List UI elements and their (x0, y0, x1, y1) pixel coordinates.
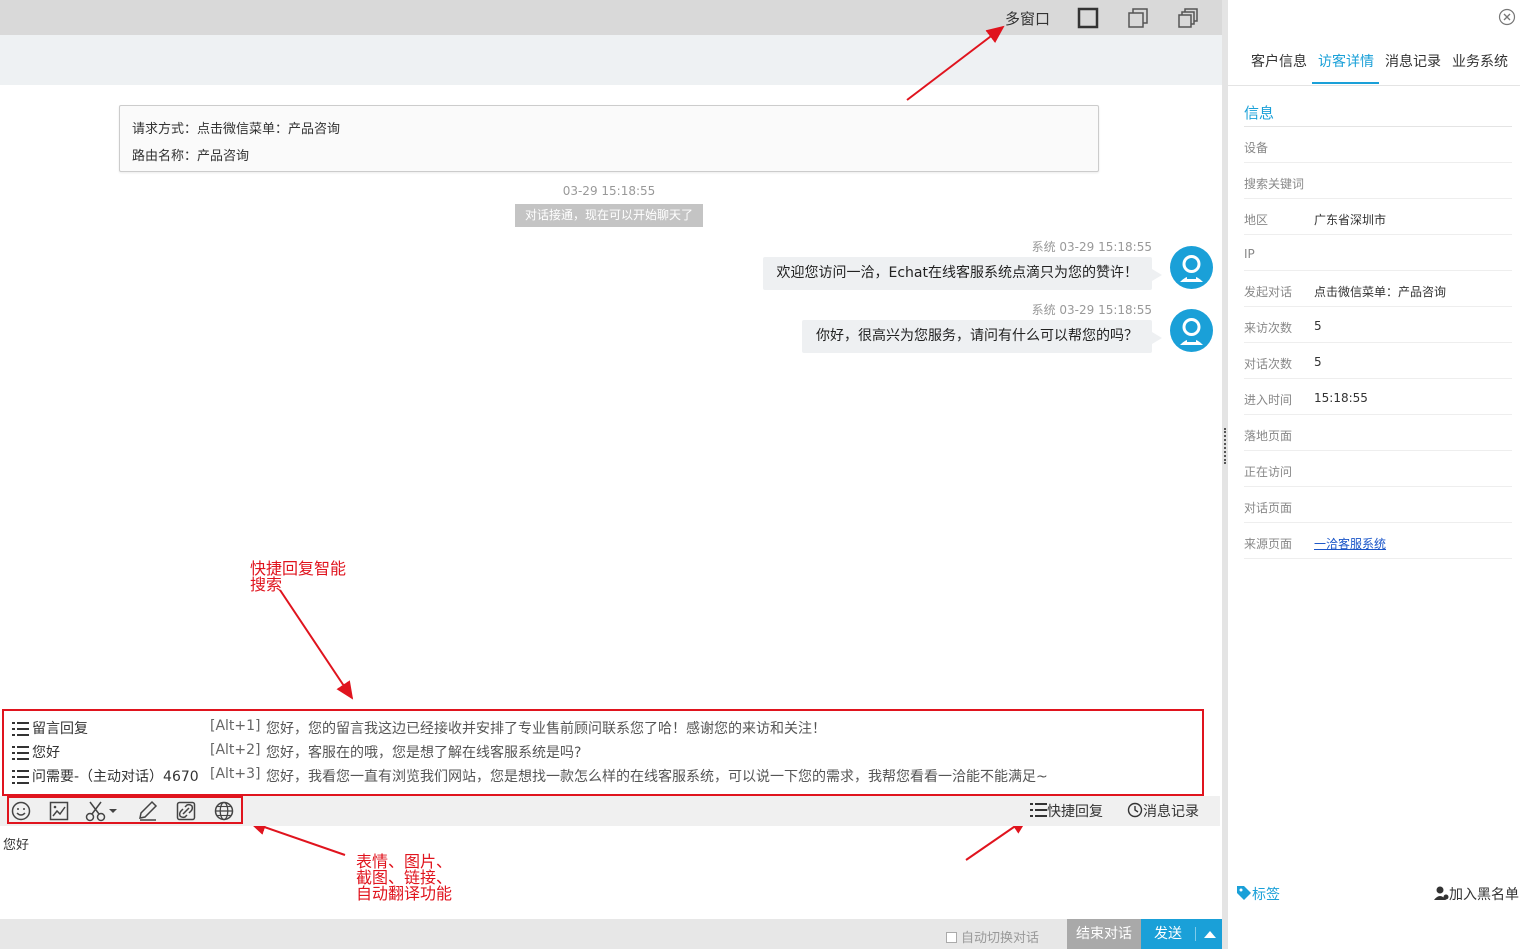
quick-reply-item[interactable]: 问需要-（主动对话）4670 [Alt+3] 您好，我看您一直有浏览我们网站，您… (12, 766, 1192, 788)
tab-message-history[interactable]: 消息记录 (1385, 51, 1441, 71)
source-page-link[interactable]: 一洽客服系统 (1314, 535, 1386, 552)
quick-reply-list: 留言回复 [Alt+1] 您好，您的留言我这边已经接收并安排了专业售前顾问联系您… (2, 709, 1204, 796)
globe-icon[interactable] (213, 800, 235, 822)
message-history-button-label: 消息记录 (1143, 804, 1199, 820)
link-icon[interactable] (175, 800, 197, 822)
info-label: 来源页面 (1244, 537, 1293, 551)
tab-customer-info[interactable]: 客户信息 (1251, 51, 1307, 71)
annotation-quick-reply: 搜索 (250, 575, 283, 594)
end-conversation-button[interactable]: 结束对话 (1067, 919, 1141, 949)
auto-switch-checkbox[interactable]: 自动切换对话 (946, 927, 1039, 946)
info-label: 搜索关键词 (1244, 177, 1305, 191)
info-section-title: 信息 (1244, 104, 1275, 122)
tags-button[interactable]: 标签 (1236, 884, 1280, 904)
info-value: 5 (1314, 355, 1322, 369)
list-icon (1030, 803, 1047, 817)
image-icon[interactable] (48, 800, 70, 822)
edit-icon[interactable] (137, 800, 159, 822)
auto-switch-label: 自动切换对话 (961, 931, 1040, 946)
add-blacklist-label: 加入黑名单 (1449, 887, 1519, 903)
right-panel: 客户信息 访客详情 消息记录 业务系统 信息 设备 搜索关键词 地区 广东省深圳市… (1228, 0, 1520, 949)
close-icon[interactable] (1498, 8, 1516, 26)
annotation-toolbar: 自动翻译功能 (356, 884, 453, 903)
quick-reply-text: 您好，我看您一直有浏览我们网站，您是想找一款怎么样的在线客服系统，可以说一下您的… (266, 769, 1048, 785)
message-input[interactable]: 您好 (3, 834, 29, 853)
info-label: 对话次数 (1244, 357, 1293, 371)
quick-reply-shortcut: [Alt+1] (210, 718, 261, 734)
quick-reply-name: 问需要-（主动对话）4670 (32, 769, 199, 785)
quick-reply-text: 您好，客服在的哦，您是想了解在线客服系统是吗? (266, 745, 582, 761)
toolbar-highlight (7, 796, 243, 824)
checkbox-box[interactable] (946, 932, 957, 943)
emoji-icon[interactable] (10, 800, 32, 822)
info-label: 进入时间 (1244, 393, 1293, 407)
send-button[interactable]: 发送 (1141, 919, 1222, 949)
info-label: IP (1244, 247, 1255, 261)
info-row-device: 设备 (1244, 127, 1512, 163)
scissors-icon[interactable] (85, 800, 119, 822)
tag-icon (1237, 886, 1251, 900)
tags-label: 标签 (1252, 887, 1280, 903)
list-icon (12, 722, 29, 736)
tab-visitor-details[interactable]: 访客详情 (1318, 51, 1374, 71)
info-row-conversations: 对话次数 5 (1244, 343, 1512, 379)
info-row-landing-page: 落地页面 (1244, 415, 1512, 451)
info-label: 正在访问 (1244, 465, 1293, 479)
info-value: 5 (1314, 319, 1322, 333)
info-row-visits: 来访次数 5 (1244, 307, 1512, 343)
info-row-chat-page: 对话页面 (1244, 487, 1512, 523)
quick-reply-button-label: 快捷回复 (1047, 804, 1103, 820)
info-label: 对话页面 (1244, 501, 1293, 515)
info-value: 广东省深圳市 (1314, 213, 1387, 227)
quick-reply-shortcut: [Alt+3] (210, 766, 261, 782)
info-label: 来访次数 (1244, 321, 1293, 335)
send-button-label: 发送 (1154, 926, 1182, 942)
quick-reply-name: 您好 (32, 745, 60, 761)
send-options-icon[interactable] (1204, 931, 1216, 938)
tab-divider (1228, 85, 1520, 86)
quick-reply-text: 您好，您的留言我这边已经接收并安排了专业售前顾问联系您了哈！感谢您的来访和关注！ (266, 721, 826, 737)
quick-reply-button[interactable]: 快捷回复 (1030, 801, 1103, 821)
info-row-region: 地区 广东省深圳市 (1244, 199, 1512, 235)
info-row-initiated: 发起对话 点击微信菜单：产品咨询 (1244, 271, 1512, 307)
info-row-visiting: 正在访问 (1244, 451, 1512, 487)
quick-reply-item[interactable]: 您好 [Alt+2] 您好，客服在的哦，您是想了解在线客服系统是吗? (12, 742, 1192, 764)
clock-icon (1127, 802, 1143, 818)
info-label: 发起对话 (1244, 285, 1293, 299)
active-tab-indicator (1312, 82, 1379, 84)
info-label: 设备 (1244, 141, 1269, 155)
list-icon (12, 746, 29, 760)
user-block-icon (1434, 886, 1449, 900)
quick-reply-name: 留言回复 (32, 721, 88, 737)
info-row-ip: IP (1244, 235, 1512, 271)
quick-reply-item[interactable]: 留言回复 [Alt+1] 您好，您的留言我这边已经接收并安排了专业售前顾问联系您… (12, 718, 1192, 740)
quick-reply-shortcut: [Alt+2] (210, 742, 261, 758)
tab-business-system[interactable]: 业务系统 (1452, 51, 1508, 71)
info-row-enter-time: 进入时间 15:18:55 (1244, 379, 1512, 415)
add-blacklist-button[interactable]: 加入黑名单 (1433, 884, 1519, 904)
info-value: 15:18:55 (1314, 391, 1368, 405)
info-label: 地区 (1244, 213, 1269, 227)
message-history-button[interactable]: 消息记录 (1127, 801, 1199, 821)
info-row-source-page: 来源页面 一洽客服系统 (1244, 523, 1512, 559)
info-row-keyword: 搜索关键词 (1244, 163, 1512, 199)
list-icon (12, 770, 29, 784)
info-label: 落地页面 (1244, 429, 1293, 443)
info-value: 点击微信菜单：产品咨询 (1314, 285, 1447, 299)
